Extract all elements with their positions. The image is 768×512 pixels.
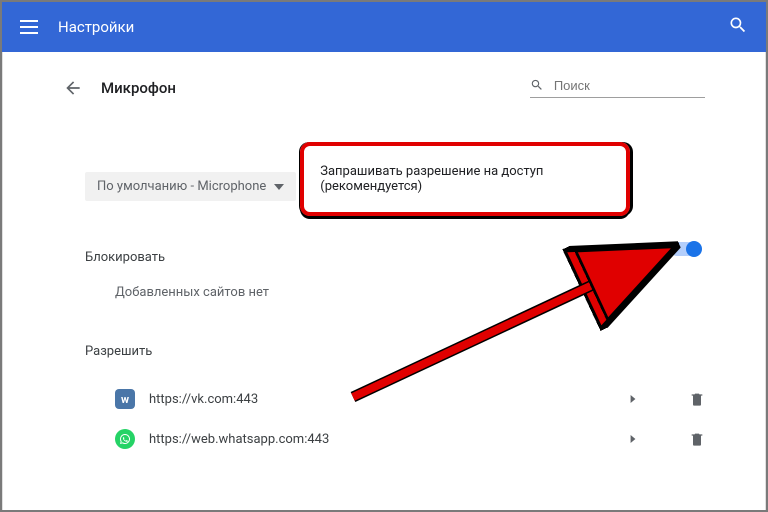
- header-bar: Настройки: [2, 2, 766, 52]
- chevron-right-icon[interactable]: [629, 435, 637, 443]
- allow-section-label: Разрешить: [85, 344, 705, 359]
- page-title: Микрофон: [101, 79, 176, 97]
- block-empty-text: Добавленных сайтов нет: [85, 285, 705, 300]
- allow-site-row: w https://vk.com:443: [85, 379, 705, 419]
- allow-site-row: https://web.whatsapp.com:443: [85, 419, 705, 459]
- app-title: Настройки: [58, 18, 134, 36]
- dropdown-label: По умолчанию - Microphone: [97, 179, 266, 194]
- whatsapp-icon: [115, 429, 135, 449]
- search-input[interactable]: [554, 78, 705, 93]
- search-field[interactable]: [530, 77, 705, 98]
- site-url: https://web.whatsapp.com:443: [149, 432, 615, 447]
- search-icon: [530, 77, 544, 93]
- trash-icon[interactable]: [689, 431, 705, 447]
- permission-label: Запрашивать разрешение на доступ (рекоме…: [300, 142, 630, 216]
- back-arrow-icon[interactable]: [63, 78, 83, 98]
- site-url: https://vk.com:443: [149, 392, 615, 407]
- block-section-label: Блокировать: [85, 250, 705, 265]
- chevron-down-icon: [274, 182, 284, 192]
- device-dropdown[interactable]: По умолчанию - Microphone: [85, 172, 296, 201]
- permission-toggle[interactable]: [670, 242, 700, 256]
- vk-icon: w: [115, 389, 135, 409]
- trash-icon[interactable]: [689, 391, 705, 407]
- search-icon[interactable]: [728, 15, 748, 39]
- menu-icon[interactable]: [20, 20, 38, 34]
- chevron-right-icon[interactable]: [629, 395, 637, 403]
